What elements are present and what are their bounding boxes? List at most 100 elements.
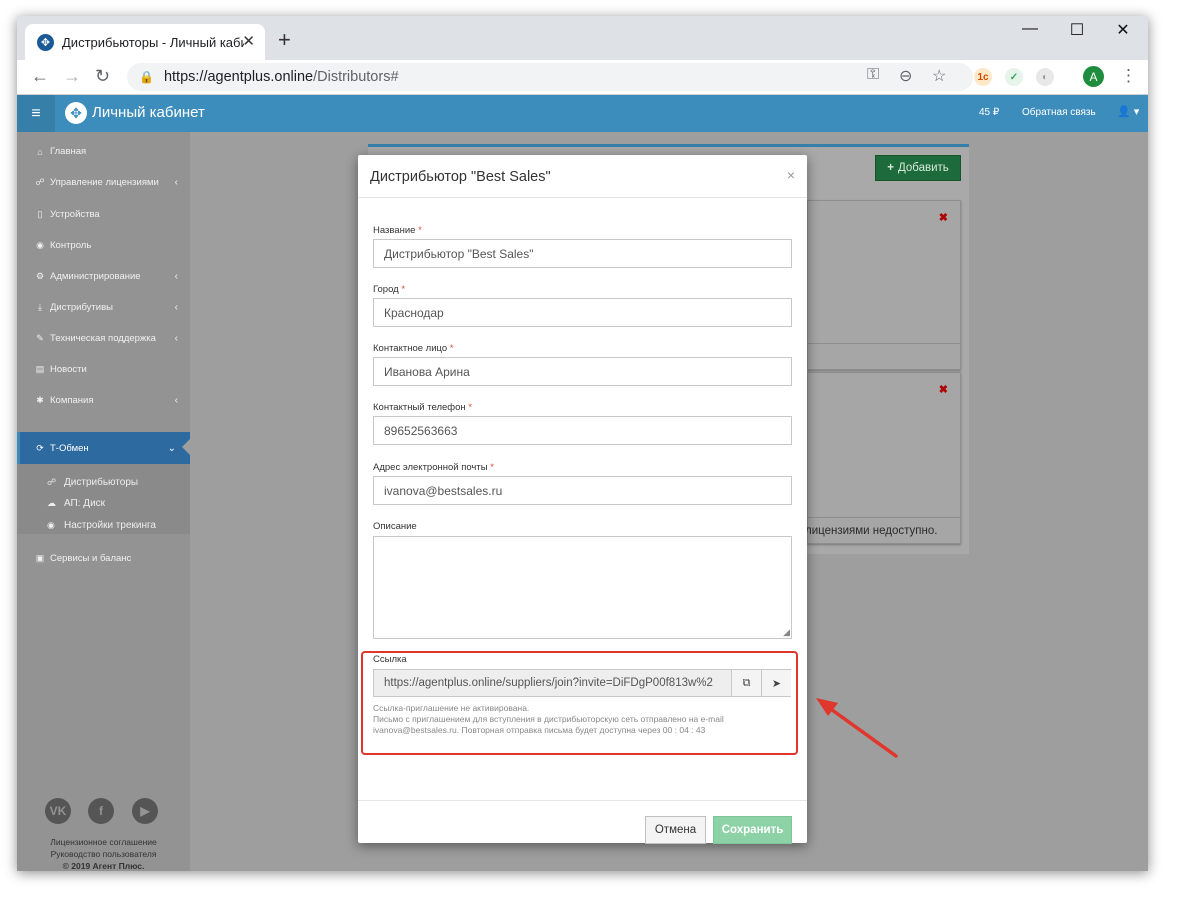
address-bar[interactable]: 🔒 https://agentplus.online/Distributors#…: [127, 63, 973, 91]
contact-label-text: Контактное лицо: [373, 343, 448, 354]
key-icon[interactable]: ⚿: [867, 66, 879, 84]
sidebar-item-company[interactable]: ✱ Компания ‹: [17, 385, 190, 416]
sidebar-item-news[interactable]: ▤ Новости: [17, 354, 190, 385]
copyright: © 2019 Агент Плюс.: [62, 861, 145, 871]
url-host: https://agentplus.online: [163, 69, 314, 85]
facebook-icon[interactable]: f: [88, 798, 114, 824]
card-footer: [808, 343, 960, 369]
dashboard-icon: ◉: [36, 240, 44, 250]
required-mark: *: [490, 462, 494, 473]
money-icon: ▣: [35, 553, 45, 563]
city-field[interactable]: Краснодар: [373, 298, 792, 327]
minimize-button[interactable]: —: [1007, 20, 1053, 38]
extension-shield-icon[interactable]: ✓: [1005, 68, 1023, 86]
add-button[interactable]: + Добавить: [875, 155, 961, 181]
sidebar-item-support[interactable]: ✎ Техническая поддержка ‹: [17, 323, 190, 354]
sidebar-subitem-tracking[interactable]: ◉ Настройки трекинга: [47, 514, 156, 536]
email-label: Адрес электронной почты *: [373, 462, 494, 473]
youtube-icon[interactable]: ▶: [132, 798, 158, 824]
maximize-button[interactable]: ☐: [1054, 20, 1100, 40]
lock-icon: 🔒: [139, 70, 154, 84]
sidebar-item-label: Сервисы и баланс: [50, 553, 132, 564]
description-field[interactable]: ◢: [373, 536, 792, 639]
browser-tab[interactable]: ✥ Дистрибьюторы - Личный кабинет ✕: [25, 24, 265, 60]
back-button[interactable]: ←: [31, 66, 49, 87]
globe-icon: ◉: [47, 519, 55, 530]
resize-handle-icon[interactable]: ◢: [783, 627, 790, 638]
bookmark-star-icon[interactable]: ☆: [932, 66, 946, 86]
sidebar-item-t-exchange[interactable]: ⟳ Т-Обмен ⌄: [17, 432, 190, 464]
sidebar-item-label: Дистрибутивы: [50, 302, 113, 313]
wrench-icon: ✎: [36, 333, 44, 343]
sidebar-submenu: ☍ Дистрибьюторы ☁ АП: Диск ◉ Настройки т…: [17, 464, 190, 534]
sidebar-subitem-label: АП: Диск: [64, 497, 106, 509]
phone-label: Контактный телефон *: [373, 402, 472, 413]
email-field[interactable]: ivanova@bestsales.ru: [373, 476, 792, 505]
sidebar-subitem-disk[interactable]: ☁ АП: Диск: [47, 492, 105, 514]
zoom-icon[interactable]: ⊖: [899, 66, 912, 86]
forward-button[interactable]: →: [63, 66, 81, 87]
sidebar-item-label: Устройства: [50, 209, 100, 220]
tab-close-icon[interactable]: ✕: [242, 32, 255, 50]
cancel-button[interactable]: Отмена: [645, 816, 706, 844]
name-field[interactable]: Дистрибьютор "Best Sales": [373, 239, 792, 268]
app-title[interactable]: Личный кабинет: [92, 104, 205, 121]
extension-1c-icon[interactable]: 1c: [974, 68, 992, 86]
sidebar-item-distributives[interactable]: ⤓ Дистрибутивы ‹: [17, 292, 190, 323]
tab-title: Дистрибьюторы - Личный кабинет: [62, 34, 244, 50]
sidebar-item-services[interactable]: ▣ Сервисы и баланс: [17, 543, 190, 574]
sidebar-subitem-distributors[interactable]: ☍ Дистрибьюторы: [47, 471, 138, 493]
sidebar-item-label: Главная: [50, 146, 87, 157]
save-button[interactable]: Сохранить: [713, 816, 792, 844]
cloud-icon: ☁: [47, 497, 56, 508]
name-label-text: Название: [373, 225, 416, 236]
sidebar-item-label: Т-Обмен: [50, 442, 89, 454]
sidebar-toggle-icon[interactable]: ≡: [17, 95, 55, 132]
mobile-icon: ▯: [37, 209, 43, 219]
delete-icon[interactable]: ✖: [939, 383, 948, 396]
sidebar-item-control[interactable]: ◉ Контроль: [17, 230, 190, 261]
gear-icon: ✱: [36, 395, 44, 405]
balance-link[interactable]: 45 ₽: [979, 107, 999, 118]
sidebar-item-label: Компания: [50, 395, 94, 406]
required-mark: *: [449, 343, 454, 354]
sidebar-subitem-label: Настройки трекинга: [64, 519, 156, 531]
card-footer: лицензиями недоступно.: [805, 517, 960, 543]
user-menu-icon[interactable]: 👤 ▾: [1117, 105, 1139, 118]
sidebar-item-label: Новости: [50, 364, 87, 375]
modal-header: Дистрибьютор "Best Sales" ×: [358, 155, 807, 198]
delete-icon[interactable]: ✖: [939, 211, 948, 224]
close-window-button[interactable]: ✕: [1100, 20, 1146, 40]
sidebar-item-admin[interactable]: ⚙ Администрирование ‹: [17, 261, 190, 292]
url-path: /Distributors#: [313, 69, 399, 85]
sitemap-icon: ☍: [35, 177, 45, 187]
new-tab-button[interactable]: +: [278, 29, 291, 51]
close-icon[interactable]: ×: [787, 167, 795, 183]
sidebar-item-label: Управление лицензиями: [50, 177, 159, 188]
email-label-text: Адрес электронной почты: [373, 462, 488, 473]
link-highlight-box: [361, 651, 798, 755]
reload-button[interactable]: ↻: [95, 66, 110, 87]
browser-menu-icon[interactable]: ⋮: [1120, 66, 1137, 86]
download-icon: ⤓: [38, 302, 42, 312]
sidebar-item-home[interactable]: ⌂ Главная: [17, 136, 190, 167]
sidebar-item-licenses[interactable]: ☍ Управление лицензиями ‹: [17, 167, 190, 198]
card-footer-text: лицензиями недоступно.: [805, 525, 938, 537]
license-agreement-link[interactable]: Лицензионное соглашение: [17, 837, 190, 847]
sidebar-item-devices[interactable]: ▯ Устройства: [17, 199, 190, 230]
name-label: Название *: [373, 225, 422, 236]
user-guide-link[interactable]: Руководство пользователя: [17, 849, 190, 859]
modal-footer-divider: [358, 800, 807, 801]
extension-circle-icon[interactable]: ◐: [1036, 68, 1054, 86]
sidebar-subitem-label: Дистрибьюторы: [64, 476, 139, 488]
chevron-left-icon: ‹: [174, 271, 178, 282]
vk-icon[interactable]: VK: [45, 798, 71, 824]
phone-field[interactable]: 89652563663: [373, 416, 792, 445]
city-label: Город *: [373, 284, 405, 295]
contact-label: Контактное лицо *: [373, 343, 453, 354]
profile-avatar[interactable]: A: [1083, 66, 1104, 87]
feedback-link[interactable]: Обратная связь: [1022, 107, 1096, 118]
contact-field[interactable]: Иванова Арина: [373, 357, 792, 386]
required-mark: *: [418, 225, 422, 236]
app-logo-icon: ✥: [65, 102, 87, 124]
